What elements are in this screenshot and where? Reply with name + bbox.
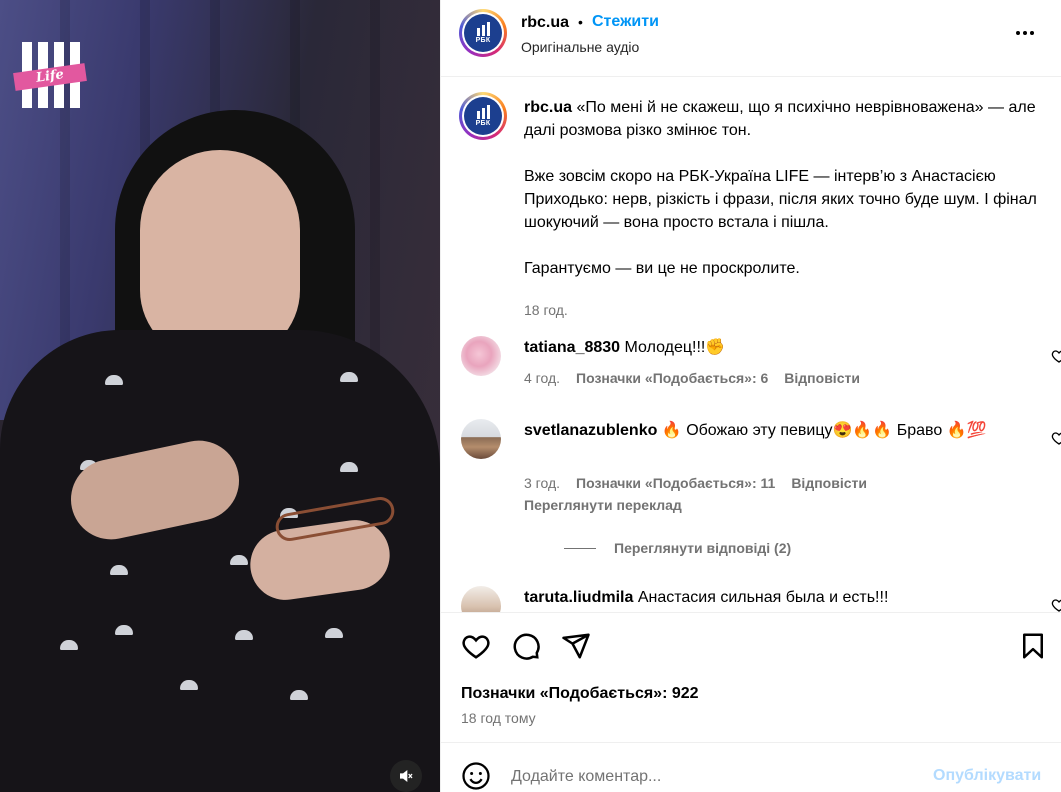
bird-brooch [235, 630, 253, 640]
caption-paragraph: Вже зовсім скоро на РБК-Україна LIFE — і… [524, 168, 1037, 231]
comment-meta: 3 год. Позначки «Подобається»: 11 Відпов… [524, 475, 867, 491]
commenter-avatar[interactable] [461, 336, 501, 376]
bird-brooch [340, 462, 358, 472]
reply-button[interactable]: Відповісти [784, 370, 860, 386]
comment-meta: 4 год. Позначки «Подобається»: 6 Відпові… [524, 370, 860, 386]
comments-scroll-area[interactable]: РБК rbc.ua «По мені й не скажеш, що я пс… [441, 78, 1061, 612]
heart-icon[interactable] [1051, 348, 1061, 364]
comment-composer: Опублікувати [441, 742, 1061, 792]
bird-brooch [340, 372, 358, 382]
bird-brooch [115, 625, 133, 635]
life-logo: Life [13, 42, 88, 108]
bird-brooch [180, 680, 198, 690]
separator-dot: • [578, 14, 583, 30]
commenter-username[interactable]: svetlanazublenko [524, 422, 657, 439]
comment-text: svetlanazublenko 🔥 Обожаю эту певицу😍🔥🔥 … [524, 419, 989, 442]
bird-brooch [110, 565, 128, 575]
commenter-avatar[interactable] [461, 586, 501, 612]
post-age[interactable]: 18 год тому [461, 710, 536, 726]
caption-avatar[interactable]: РБК [459, 92, 507, 140]
post-details-panel: РБК rbc.ua • Стежити Оригінальне аудіо Р… [440, 0, 1061, 792]
share-icon[interactable] [561, 631, 591, 661]
bird-brooch [325, 628, 343, 638]
caption-time[interactable]: 18 год. [524, 302, 568, 318]
mute-button[interactable] [390, 760, 422, 792]
comment-body: Молодец!!!✊ [624, 339, 726, 356]
commenter-username[interactable]: tatiana_8830 [524, 339, 620, 356]
comment-body: Анастасия сильная была и есть!!! [637, 589, 889, 606]
comment-icon[interactable] [511, 631, 541, 661]
comment-text: taruta.liudmila Анастасия сильная была и… [524, 586, 989, 609]
view-replies-button[interactable]: Переглянути відповіді (2) [564, 540, 791, 556]
follow-button[interactable]: Стежити [592, 13, 659, 31]
more-horizontal-icon [1016, 31, 1020, 35]
author-username[interactable]: rbc.ua [521, 14, 569, 32]
speaker-muted-icon [400, 769, 413, 783]
more-options-button[interactable] [1016, 25, 1042, 41]
bird-brooch [290, 690, 308, 700]
heart-icon[interactable] [461, 631, 491, 661]
emoji-icon[interactable] [461, 761, 491, 791]
replies-divider [564, 547, 596, 549]
commenter-avatar[interactable] [461, 419, 501, 459]
caption-paragraph: «По мені й не скажеш, що я психічно невр… [524, 99, 1036, 139]
person-face [140, 150, 300, 360]
post-header: РБК rbc.ua • Стежити Оригінальне аудіо [441, 0, 1061, 77]
bird-brooch [230, 555, 248, 565]
translate-button[interactable]: Переглянути переклад [524, 497, 682, 513]
reply-button[interactable]: Відповісти [791, 475, 867, 491]
comment-text: tatiana_8830 Молодец!!!✊ [524, 336, 989, 359]
post-comment-button[interactable]: Опублікувати [933, 767, 1041, 785]
comment-likes[interactable]: Позначки «Подобається»: 11 [576, 475, 775, 491]
comment-time[interactable]: 4 год. [524, 370, 560, 386]
bookmark-icon[interactable] [1018, 631, 1048, 661]
heart-icon[interactable] [1051, 430, 1061, 446]
author-avatar[interactable]: РБК [459, 9, 507, 57]
post-actions: Позначки «Подобається»: 922 18 год тому [441, 612, 1061, 742]
caption-username[interactable]: rbc.ua [524, 99, 572, 116]
commenter-username[interactable]: taruta.liudmila [524, 589, 633, 606]
avatar-label: РБК [475, 37, 491, 44]
comment-body: 🔥 Обожаю эту певицу😍🔥🔥 Браво 🔥💯 [661, 422, 987, 439]
caption-text: rbc.ua «По мені й не скажеш, що я психіч… [524, 96, 1044, 303]
bird-brooch [105, 375, 123, 385]
caption-paragraph: Гарантуємо — ви це не проскролите. [524, 260, 800, 277]
likes-count[interactable]: Позначки «Подобається»: 922 [461, 685, 699, 703]
view-replies-label: Переглянути відповіді (2) [614, 540, 792, 556]
video-player[interactable]: Life [0, 0, 440, 792]
comment-likes[interactable]: Позначки «Подобається»: 6 [576, 370, 768, 386]
audio-label[interactable]: Оригінальне аудіо [521, 39, 639, 55]
comment-time[interactable]: 3 год. [524, 475, 560, 491]
bird-brooch [60, 640, 78, 650]
comment-input[interactable] [511, 763, 911, 791]
heart-icon[interactable] [1051, 597, 1061, 612]
